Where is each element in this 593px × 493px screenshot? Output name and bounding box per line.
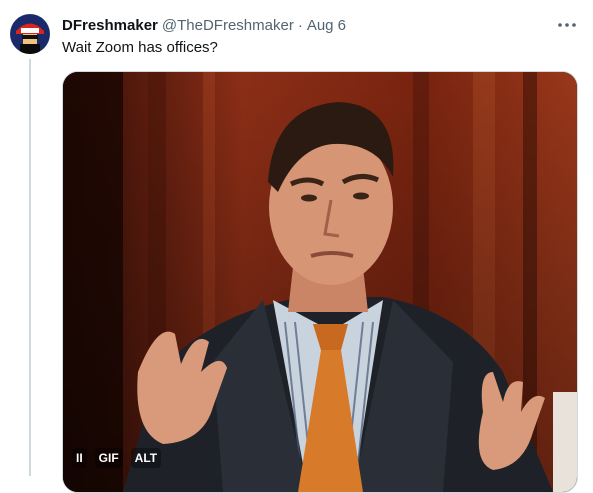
separator-dot: · bbox=[297, 16, 303, 34]
more-icon[interactable] bbox=[556, 14, 578, 36]
gif-media[interactable] bbox=[62, 71, 578, 493]
gif-badge: GIF bbox=[94, 448, 123, 468]
pause-button[interactable]: II bbox=[72, 448, 87, 468]
thread-line bbox=[29, 59, 31, 476]
gif-controls: II GIF ALT bbox=[72, 448, 162, 468]
tweet[interactable]: DFreshmaker @TheDFreshmaker · Aug 6 Wait… bbox=[0, 0, 593, 493]
timestamp[interactable]: Aug 6 bbox=[307, 17, 346, 34]
tweet-text: Wait Zoom has offices? bbox=[62, 39, 218, 56]
display-name[interactable]: DFreshmaker bbox=[62, 17, 158, 34]
tweet-header: DFreshmaker @TheDFreshmaker · Aug 6 bbox=[62, 15, 346, 35]
handle[interactable]: @TheDFreshmaker bbox=[162, 17, 294, 34]
avatar-image bbox=[10, 14, 50, 54]
alt-text-button[interactable]: ALT bbox=[130, 448, 162, 468]
avatar[interactable] bbox=[10, 14, 50, 54]
person-in-suit-gesturing-image bbox=[63, 72, 577, 492]
